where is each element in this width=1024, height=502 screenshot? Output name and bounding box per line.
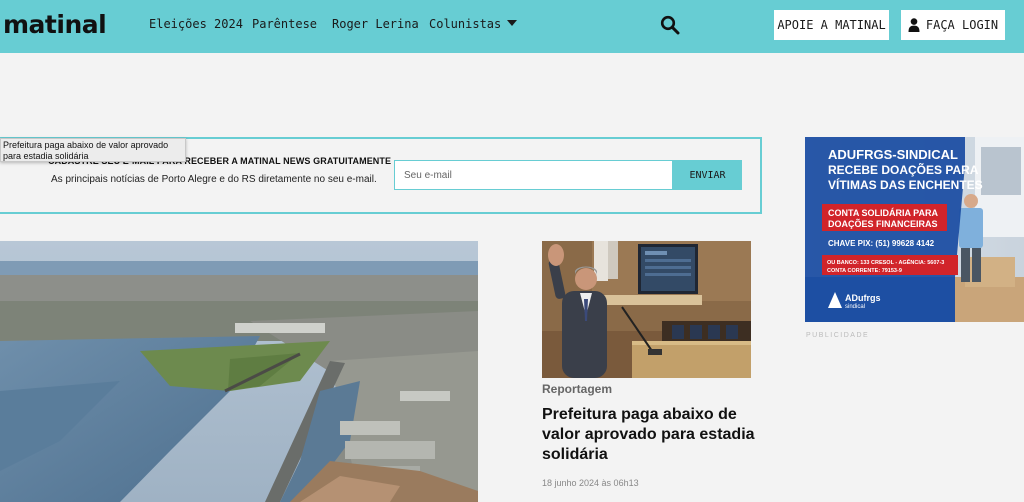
support-button[interactable]: APOIE A MATINAL	[774, 10, 889, 40]
ad-brand-sub: sindical	[845, 304, 865, 310]
login-button-label: FAÇA LOGIN	[925, 18, 999, 32]
article-headline[interactable]: Prefeitura paga abaixo de valor aprovado…	[542, 405, 757, 465]
aerial-flood-photo	[0, 241, 478, 502]
nav-item-label: Roger Lerina	[332, 17, 419, 31]
ad-banner[interactable]: ADUFRGS-SINDICAL RECEBE DOAÇÕES PARA VÍT…	[805, 137, 1024, 322]
ad-label: PUBLICIDADE	[806, 332, 870, 339]
ad-brand: ADufrgs	[845, 293, 881, 303]
ad-headline-1: ADUFRGS-SINDICAL	[828, 147, 958, 162]
nav-item-roger-lerina[interactable]: Roger Lerina	[332, 17, 419, 31]
ad-headline-2: RECEBE DOAÇÕES PARA	[828, 162, 979, 177]
nav-item-colunistas[interactable]: Colunistas	[429, 17, 518, 31]
login-button[interactable]: FAÇA LOGIN	[901, 10, 1005, 40]
site-logo[interactable]: matinal	[3, 10, 107, 39]
article-photo	[542, 241, 751, 378]
ad-headline-3: VÍTIMAS DAS ENCHENTES	[828, 177, 983, 192]
nav-item-label: Colunistas	[429, 17, 502, 31]
newsletter-subtitle: As principais notícias de Porto Alegre e…	[51, 174, 377, 185]
article-kicker[interactable]: Reportagem	[542, 382, 612, 396]
submit-label: ENVIAR	[689, 169, 726, 181]
chevron-down-icon	[507, 20, 518, 26]
ad-box-2: DOAÇÕES FINANCEIRAS	[828, 219, 938, 229]
ad-bank-2: CONTA CORRENTE: 79153-9	[827, 268, 902, 274]
site-header: matinal Eleições 2024 Parêntese Roger Le…	[0, 0, 1024, 53]
hero-image[interactable]	[0, 241, 478, 502]
ad-bank-1: OU BANCO: 133 CRESOL - AGÊNCIA: 5607-3	[827, 258, 944, 266]
ad-box-1: CONTA SOLIDÁRIA PARA	[828, 208, 938, 218]
article-date: 18 junho 2024 às 06h13	[542, 478, 639, 488]
support-button-label: APOIE A MATINAL	[777, 18, 886, 32]
nav-item-eleicoes[interactable]: Eleições 2024	[149, 17, 243, 31]
hover-tooltip: Prefeitura paga abaixo de valor aprovado…	[0, 138, 186, 162]
nav-item-label: Eleições 2024	[149, 17, 243, 31]
ad-pix: CHAVE PIX: (51) 99628 4142	[828, 239, 935, 248]
article-thumbnail[interactable]	[542, 241, 751, 378]
nav-item-label: Parêntese	[252, 17, 318, 31]
ad-artwork: ADUFRGS-SINDICAL RECEBE DOAÇÕES PARA VÍT…	[805, 137, 1024, 322]
user-icon	[908, 18, 920, 32]
newsletter-submit-button[interactable]: ENVIAR	[673, 160, 742, 190]
search-icon[interactable]	[660, 15, 680, 35]
nav-item-parentese[interactable]: Parêntese	[252, 17, 317, 31]
email-field[interactable]	[394, 160, 673, 190]
